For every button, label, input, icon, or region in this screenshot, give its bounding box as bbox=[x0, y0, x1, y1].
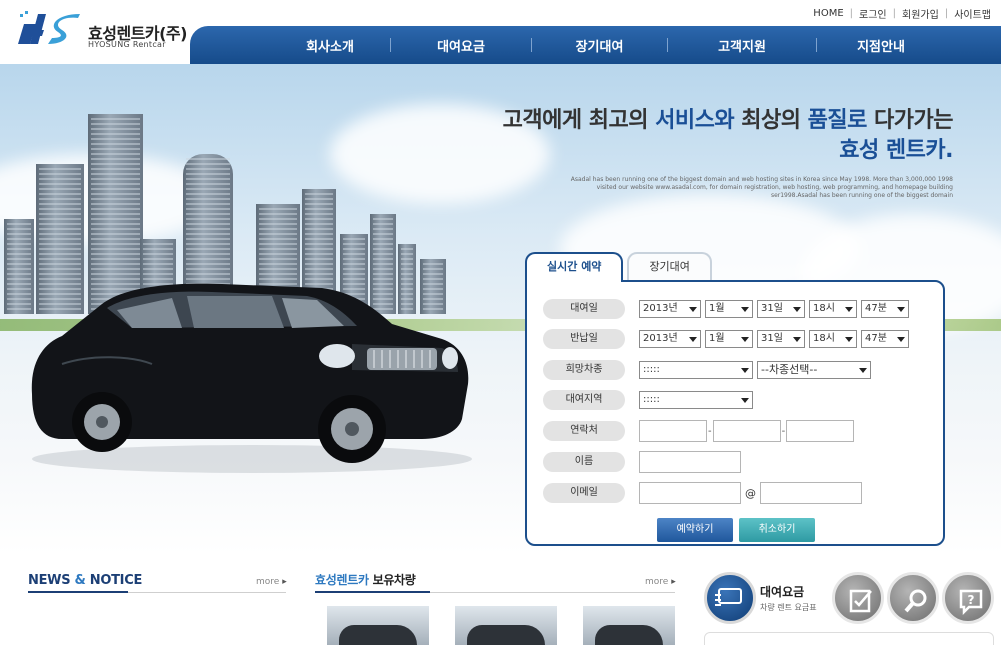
email-label: 이메일 bbox=[543, 483, 625, 503]
fleet-car-thumbnail[interactable] bbox=[455, 606, 557, 645]
contact-label: 연락처 bbox=[543, 421, 625, 441]
reservation-tabs: 실시간 예약 장기대여 bbox=[525, 252, 716, 282]
news-divider bbox=[28, 591, 286, 593]
rent-month-select[interactable]: 1월 bbox=[705, 300, 753, 318]
rent-minute-select[interactable]: 47분 bbox=[861, 300, 909, 318]
return-year-select[interactable]: 2013년 bbox=[639, 330, 701, 348]
contact-row: 연락처 - - bbox=[543, 420, 855, 442]
rate-card-icon[interactable] bbox=[704, 572, 756, 624]
chevron-down-icon bbox=[793, 337, 801, 342]
rates-title[interactable]: 대여요금 bbox=[760, 583, 804, 600]
chevron-down-icon bbox=[741, 368, 749, 373]
company-name-english: HYOSUNG Rentcar bbox=[88, 40, 166, 49]
rates-subtitle: 차량 렌트 요금표 bbox=[760, 603, 817, 612]
hs-logo-icon bbox=[18, 11, 80, 44]
nav-longterm[interactable]: 장기대여 bbox=[532, 36, 667, 55]
fleet-car-thumbnail[interactable] bbox=[583, 606, 675, 645]
chevron-down-icon bbox=[859, 368, 867, 373]
rent-date-row: 대여일 2013년 1월 31일 18시 47분 bbox=[543, 299, 913, 319]
fleet-more-link[interactable]: more bbox=[645, 577, 676, 587]
chevron-down-icon bbox=[845, 337, 853, 342]
tab-longterm-rental[interactable]: 장기대여 bbox=[627, 252, 712, 282]
return-day-select[interactable]: 31일 bbox=[757, 330, 805, 348]
home-link[interactable]: HOME bbox=[813, 8, 843, 19]
car-model-select[interactable]: --차종선택-- bbox=[757, 361, 871, 379]
name-row: 이름 bbox=[543, 451, 741, 473]
email-domain-input[interactable] bbox=[760, 482, 862, 504]
nav-support[interactable]: 고객지원 bbox=[668, 36, 816, 55]
rent-hour-select[interactable]: 18시 bbox=[809, 300, 857, 318]
login-link[interactable]: 로그인 bbox=[859, 6, 887, 21]
region-select[interactable]: ::::: bbox=[639, 391, 753, 409]
main-nav: 회사소개 대여요금 장기대여 고객지원 지점안내 bbox=[190, 26, 1001, 64]
search-branch-button[interactable] bbox=[887, 572, 939, 624]
chevron-down-icon bbox=[897, 307, 905, 312]
nav-rates[interactable]: 대여요금 bbox=[391, 36, 531, 55]
nav-branches[interactable]: 지점안내 bbox=[817, 36, 945, 55]
checklist-icon bbox=[849, 589, 872, 613]
name-input[interactable] bbox=[639, 451, 741, 473]
chevron-down-icon bbox=[793, 307, 801, 312]
return-month-select[interactable]: 1월 bbox=[705, 330, 753, 348]
phone-part2-input[interactable] bbox=[712, 420, 781, 442]
reserve-button[interactable]: 예약하기 bbox=[657, 518, 733, 542]
bottom-panel bbox=[704, 632, 994, 645]
fleet-car-thumbnail[interactable] bbox=[327, 606, 429, 645]
return-hour-select[interactable]: 18시 bbox=[809, 330, 857, 348]
svg-text:?: ? bbox=[968, 593, 975, 607]
name-label: 이름 bbox=[543, 452, 625, 472]
fleet-title: 효성렌트카 보유차량 bbox=[315, 573, 416, 587]
car-class-select[interactable]: ::::: bbox=[639, 361, 753, 379]
region-row: 대여지역 ::::: bbox=[543, 390, 757, 410]
rent-day-select[interactable]: 31일 bbox=[757, 300, 805, 318]
email-id-input[interactable] bbox=[639, 482, 741, 504]
phone-part3-input[interactable] bbox=[786, 420, 855, 442]
hero-headline: 고객에게 최고의 서비스와 최상의 품질로 다가가는 효성 렌트카. bbox=[502, 108, 954, 163]
news-notice-title: NEWS & NOTICE bbox=[28, 573, 143, 588]
chevron-down-icon bbox=[741, 337, 749, 342]
hero-subtext: Asadal has been running one of the bigge… bbox=[570, 176, 953, 199]
utility-links: HOME | 로그인 | 회원가입 | 사이트맵 bbox=[813, 6, 991, 21]
email-row: 이메일 @ bbox=[543, 482, 862, 504]
question-bubble-icon: ? bbox=[959, 589, 983, 615]
region-label: 대여지역 bbox=[543, 390, 625, 410]
news-more-link[interactable]: more bbox=[256, 577, 287, 587]
cancel-button[interactable]: 취소하기 bbox=[739, 518, 815, 542]
chevron-down-icon bbox=[689, 337, 697, 342]
phone-part1-input[interactable] bbox=[639, 420, 707, 442]
chevron-down-icon bbox=[897, 337, 905, 342]
chevron-down-icon bbox=[845, 307, 853, 312]
company-logo[interactable]: 효성렌트카(주) HYOSUNG Rentcar bbox=[18, 10, 198, 55]
return-date-label: 반납일 bbox=[543, 329, 625, 349]
rent-date-label: 대여일 bbox=[543, 299, 625, 319]
sitemap-link[interactable]: 사이트맵 bbox=[954, 6, 991, 21]
chevron-down-icon bbox=[689, 307, 697, 312]
car-illustration bbox=[31, 283, 472, 473]
rent-year-select[interactable]: 2013년 bbox=[639, 300, 701, 318]
return-minute-select[interactable]: 47분 bbox=[861, 330, 909, 348]
faq-button[interactable]: ? bbox=[942, 572, 994, 624]
nav-company[interactable]: 회사소개 bbox=[270, 36, 390, 55]
tab-realtime-reservation[interactable]: 실시간 예약 bbox=[525, 252, 624, 282]
car-type-row: 희망차종 ::::: --차종선택-- bbox=[543, 360, 875, 380]
join-link[interactable]: 회원가입 bbox=[902, 6, 939, 21]
return-date-row: 반납일 2013년 1월 31일 18시 47분 bbox=[543, 329, 913, 349]
checklist-button[interactable] bbox=[832, 572, 884, 624]
car-type-label: 희망차종 bbox=[543, 360, 625, 380]
chevron-down-icon bbox=[741, 307, 749, 312]
chevron-down-icon bbox=[741, 398, 749, 403]
at-sign: @ bbox=[745, 486, 756, 500]
magnifier-icon bbox=[904, 589, 927, 613]
fleet-divider bbox=[315, 591, 675, 593]
reservation-form: 대여일 2013년 1월 31일 18시 47분 반납일 2013년 1월 31… bbox=[525, 280, 945, 546]
